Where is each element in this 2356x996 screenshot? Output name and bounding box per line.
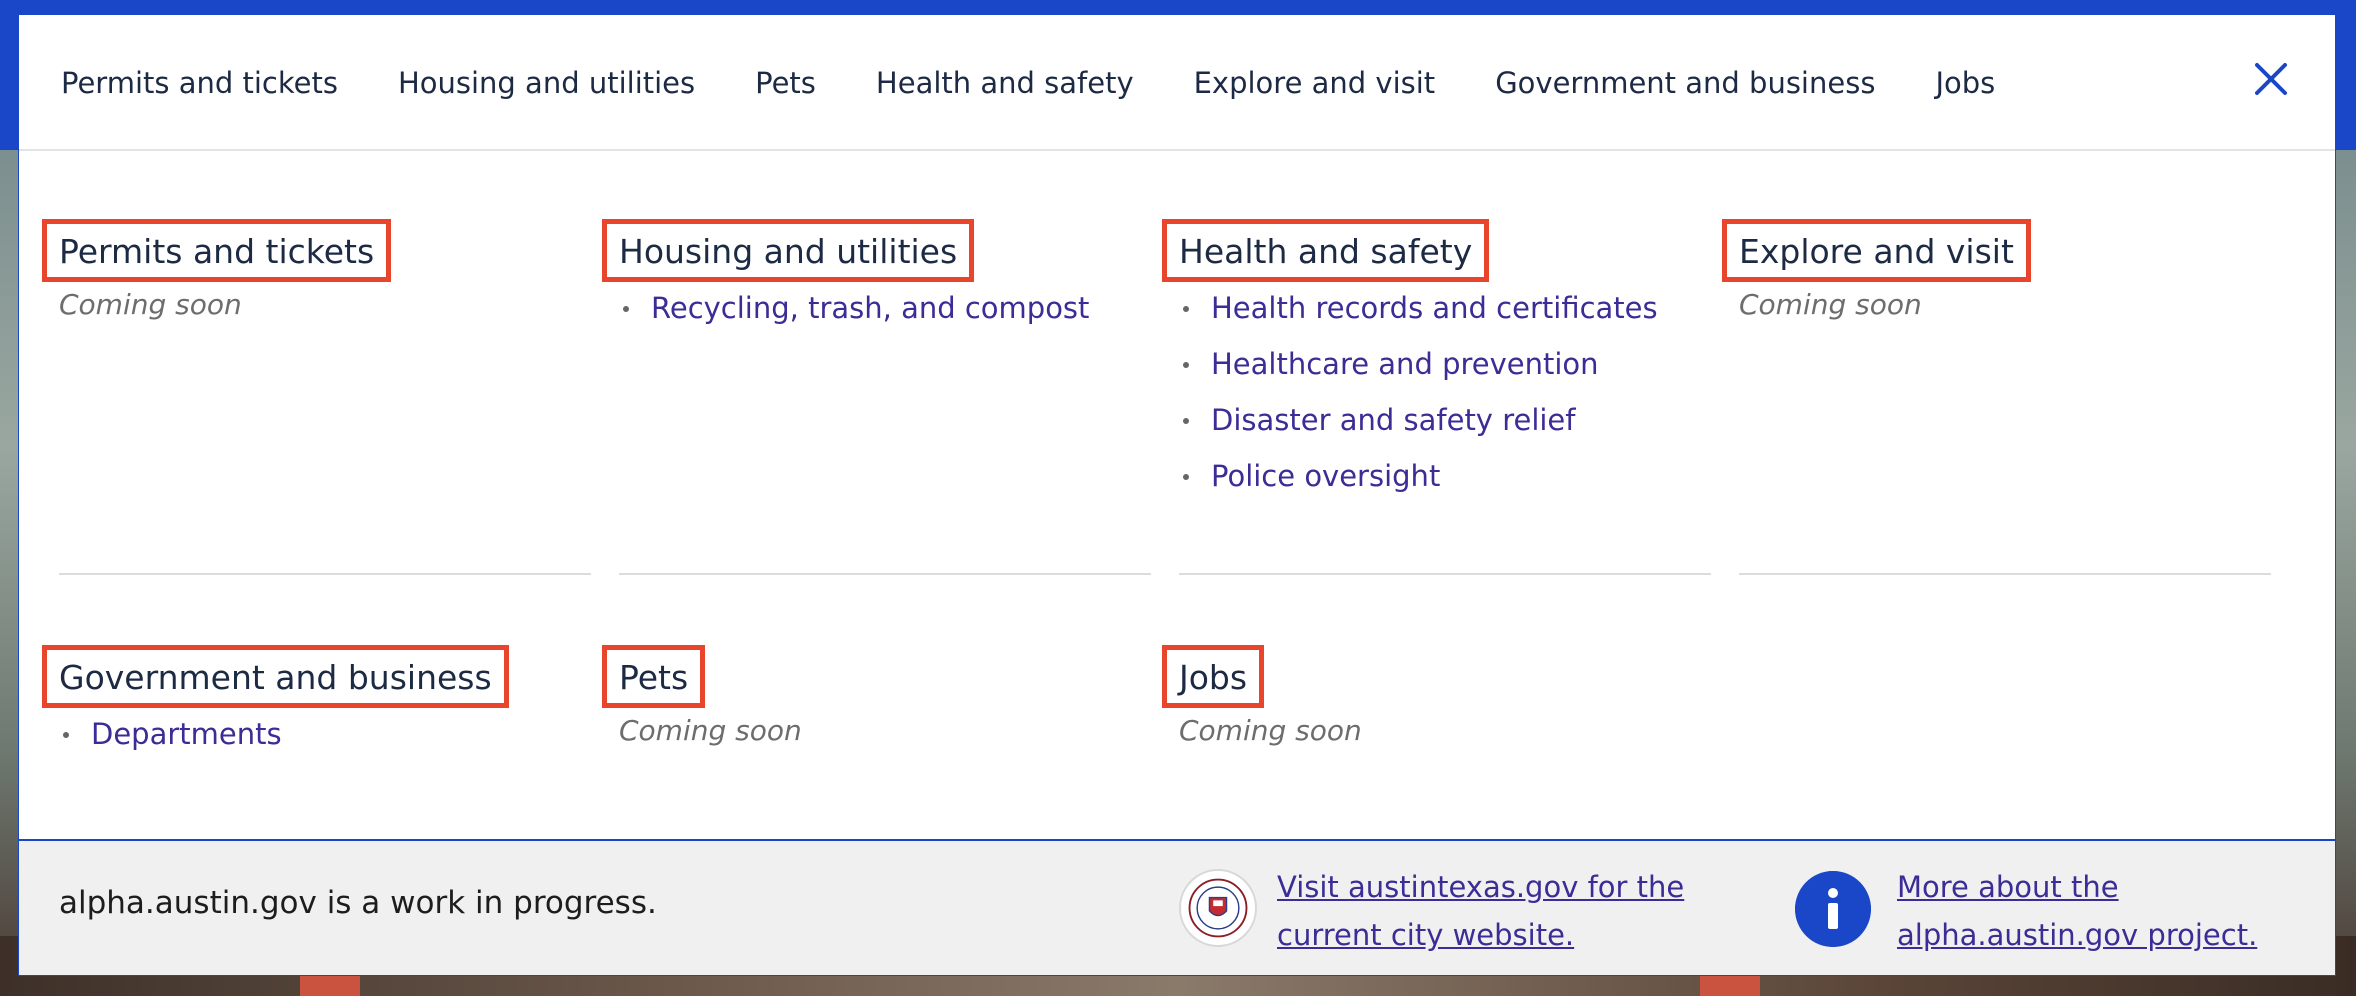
link-police-oversight[interactable]: Police oversight <box>1179 456 1711 512</box>
nav-item-explore[interactable]: Explore and visit <box>1194 66 1436 100</box>
link-health-records[interactable]: Health records and certificates <box>1179 288 1711 344</box>
footer: alpha.austin.gov is a work in progress. … <box>19 839 2335 975</box>
top-navigation: Permits and tickets Housing and utilitie… <box>19 15 2335 151</box>
section-jobs: Jobs Coming soon <box>1162 645 1711 747</box>
nav-item-permits[interactable]: Permits and tickets <box>61 66 338 100</box>
about-project-link[interactable]: More about the alpha.austin.gov project. <box>1897 863 2317 959</box>
section-housing: Housing and utilities Recycling, trash, … <box>602 219 1151 344</box>
section-link-list: Recycling, trash, and compost <box>619 288 1151 344</box>
link-departments[interactable]: Departments <box>59 714 591 770</box>
divider <box>59 573 591 575</box>
coming-soon-label: Coming soon <box>59 288 242 321</box>
section-heading[interactable]: Jobs <box>1162 645 1265 708</box>
link-recycling[interactable]: Recycling, trash, and compost <box>619 288 1151 344</box>
section-heading[interactable]: Health and safety <box>1162 219 1490 282</box>
section-heading[interactable]: Explore and visit <box>1722 219 2031 282</box>
close-icon[interactable] <box>2251 59 2291 99</box>
section-permits: Permits and tickets Coming soon <box>42 219 591 321</box>
divider <box>1179 573 1711 575</box>
nav-item-jobs[interactable]: Jobs <box>1935 66 1995 100</box>
coming-soon-label: Coming soon <box>1739 288 1922 321</box>
section-health: Health and safety Health records and cer… <box>1162 219 1711 512</box>
nav-item-government[interactable]: Government and business <box>1495 66 1875 100</box>
divider <box>1739 573 2271 575</box>
section-heading[interactable]: Government and business <box>42 645 509 708</box>
city-seal-icon <box>1179 869 1257 947</box>
section-pets: Pets Coming soon <box>602 645 1151 747</box>
section-heading[interactable]: Permits and tickets <box>42 219 392 282</box>
wip-notice: alpha.austin.gov is a work in progress. <box>59 885 657 921</box>
coming-soon-label: Coming soon <box>619 714 802 747</box>
coming-soon-label: Coming soon <box>1179 714 1362 747</box>
section-heading[interactable]: Housing and utilities <box>602 219 975 282</box>
current-site-link[interactable]: Visit austintexas.gov for the current ci… <box>1277 863 1797 959</box>
link-disaster-relief[interactable]: Disaster and safety relief <box>1179 400 1711 456</box>
section-link-list: Departments <box>59 714 591 770</box>
nav-item-health[interactable]: Health and safety <box>876 66 1134 100</box>
section-link-list: Health records and certificates Healthca… <box>1179 288 1711 512</box>
section-heading[interactable]: Pets <box>602 645 706 708</box>
section-explore: Explore and visit Coming soon <box>1722 219 2271 321</box>
nav-item-housing[interactable]: Housing and utilities <box>398 66 695 100</box>
section-government: Government and business Departments <box>42 645 591 770</box>
info-icon[interactable] <box>1795 871 1871 947</box>
divider <box>619 573 1151 575</box>
menu-panel: Permits and tickets Housing and utilitie… <box>18 14 2336 976</box>
nav-item-pets[interactable]: Pets <box>755 66 816 100</box>
link-healthcare[interactable]: Healthcare and prevention <box>1179 344 1711 400</box>
